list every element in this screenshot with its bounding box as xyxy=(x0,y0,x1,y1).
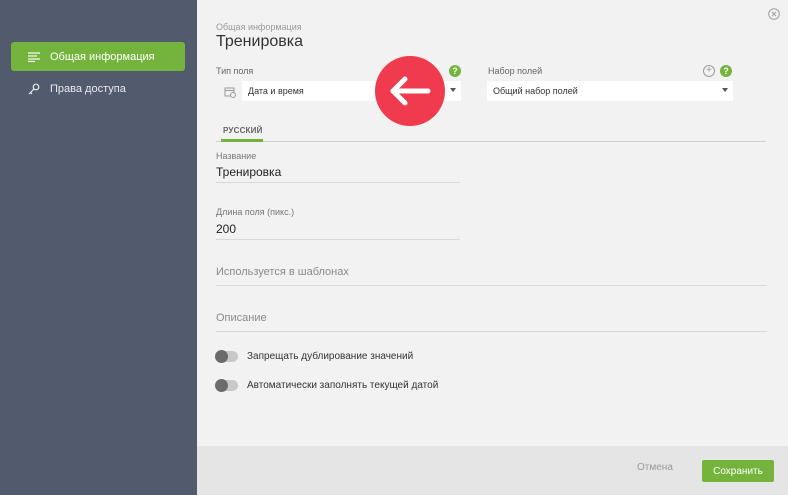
length-label: Длина поля (пикс.) xyxy=(216,207,295,217)
back-arrow-icon xyxy=(375,56,445,126)
save-button[interactable]: Сохранить xyxy=(702,460,774,482)
chevron-down-icon xyxy=(722,88,728,92)
name-label: Название xyxy=(216,151,257,161)
sidebar-item-label: Права доступа xyxy=(50,82,126,95)
length-field[interactable]: 200 xyxy=(216,222,460,240)
toggle-switch[interactable] xyxy=(215,379,238,392)
list-icon xyxy=(27,50,41,64)
footer: Отмена Сохранить xyxy=(197,446,788,495)
prevent-duplicates-toggle[interactable]: Запрещать дублирование значений xyxy=(215,350,414,363)
field-type-label: Тип поля xyxy=(216,66,254,76)
field-type-value: Дата и время xyxy=(248,86,304,96)
field-type-help-icon[interactable]: ? xyxy=(449,65,461,77)
tab-divider xyxy=(216,141,766,142)
toggle-label: Запрещать дублирование значений xyxy=(247,351,414,362)
sidebar-item-label: Общая информация xyxy=(50,50,155,63)
main-panel: Общая информация Тренировка Тип поля ? Д… xyxy=(197,0,788,446)
page-title: Тренировка xyxy=(216,33,303,50)
cancel-button[interactable]: Отмена xyxy=(637,462,673,473)
sidebar: Общая информация Права доступа xyxy=(0,0,197,495)
field-set-select[interactable]: Общий набор полей xyxy=(487,81,733,101)
tab-active-indicator xyxy=(221,139,263,142)
close-icon[interactable] xyxy=(768,7,780,20)
templates-field[interactable]: Используется в шаблонах xyxy=(216,266,767,286)
key-icon xyxy=(27,82,41,96)
field-set-value: Общий набор полей xyxy=(493,86,578,96)
toggle-switch[interactable] xyxy=(215,350,238,363)
field-set-label: Набор полей xyxy=(488,66,543,76)
page-subtitle: Общая информация xyxy=(216,22,302,32)
name-field[interactable]: Тренировка xyxy=(216,165,460,183)
field-set-help-icon[interactable]: ? xyxy=(720,65,732,77)
description-field[interactable]: Описание xyxy=(216,312,767,332)
toggle-label: Автоматически заполнять текущей датой xyxy=(247,380,439,391)
autofill-date-toggle[interactable]: Автоматически заполнять текущей датой xyxy=(215,379,439,392)
sidebar-item-access-rights[interactable]: Права доступа xyxy=(11,74,185,103)
calendar-icon xyxy=(224,85,236,98)
sidebar-item-general-info[interactable]: Общая информация xyxy=(11,42,185,71)
add-field-set-icon[interactable]: + xyxy=(703,65,715,77)
chevron-down-icon xyxy=(450,88,456,92)
